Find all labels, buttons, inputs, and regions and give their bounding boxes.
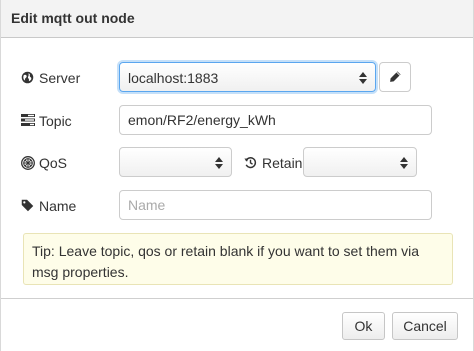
qos-select[interactable] [119, 147, 232, 177]
edit-node-dialog: Edit mqtt out node Server localhost:1883 [0, 0, 474, 351]
server-select[interactable]: localhost:1883 [119, 62, 376, 92]
history-icon [244, 156, 258, 170]
server-row: Server localhost:1883 [1, 62, 473, 94]
topic-label-text: Topic [39, 113, 72, 129]
retain-label-text: Retain [262, 155, 303, 171]
server-label-text: Server [39, 70, 81, 86]
empire-icon [21, 156, 35, 170]
dialog-titlebar: Edit mqtt out node [1, 0, 473, 38]
server-select-value: localhost:1883 [128, 70, 219, 86]
qos-retain-row: QoS Retain [1, 147, 473, 179]
name-label: Name [21, 198, 76, 214]
retain-label: Retain [244, 155, 302, 171]
cancel-button[interactable]: Cancel [392, 312, 458, 340]
name-row: Name [1, 190, 473, 222]
name-label-text: Name [39, 198, 77, 214]
tip-box: Tip: Leave topic, qos or retain blank if… [23, 233, 453, 285]
tip-text: Tip: Leave topic, qos or retain blank if… [32, 243, 420, 280]
ok-button[interactable]: Ok [342, 312, 385, 340]
globe-icon [21, 71, 35, 85]
retain-select[interactable] [303, 147, 417, 177]
select-arrows-icon [215, 156, 223, 170]
tasks-icon [21, 114, 35, 128]
dialog-footer: Ok Cancel [1, 298, 473, 351]
server-label: Server [21, 70, 80, 86]
qos-label-text: QoS [39, 155, 68, 171]
qos-label: QoS [21, 155, 67, 171]
name-input[interactable] [119, 190, 432, 220]
select-arrows-icon [359, 71, 367, 85]
dialog-title: Edit mqtt out node [11, 10, 135, 26]
select-arrows-icon [400, 156, 408, 170]
topic-input[interactable] [119, 105, 432, 135]
edit-server-button[interactable] [379, 62, 411, 92]
tag-icon [21, 199, 35, 213]
topic-row: Topic [1, 105, 473, 137]
topic-label: Topic [21, 113, 72, 129]
